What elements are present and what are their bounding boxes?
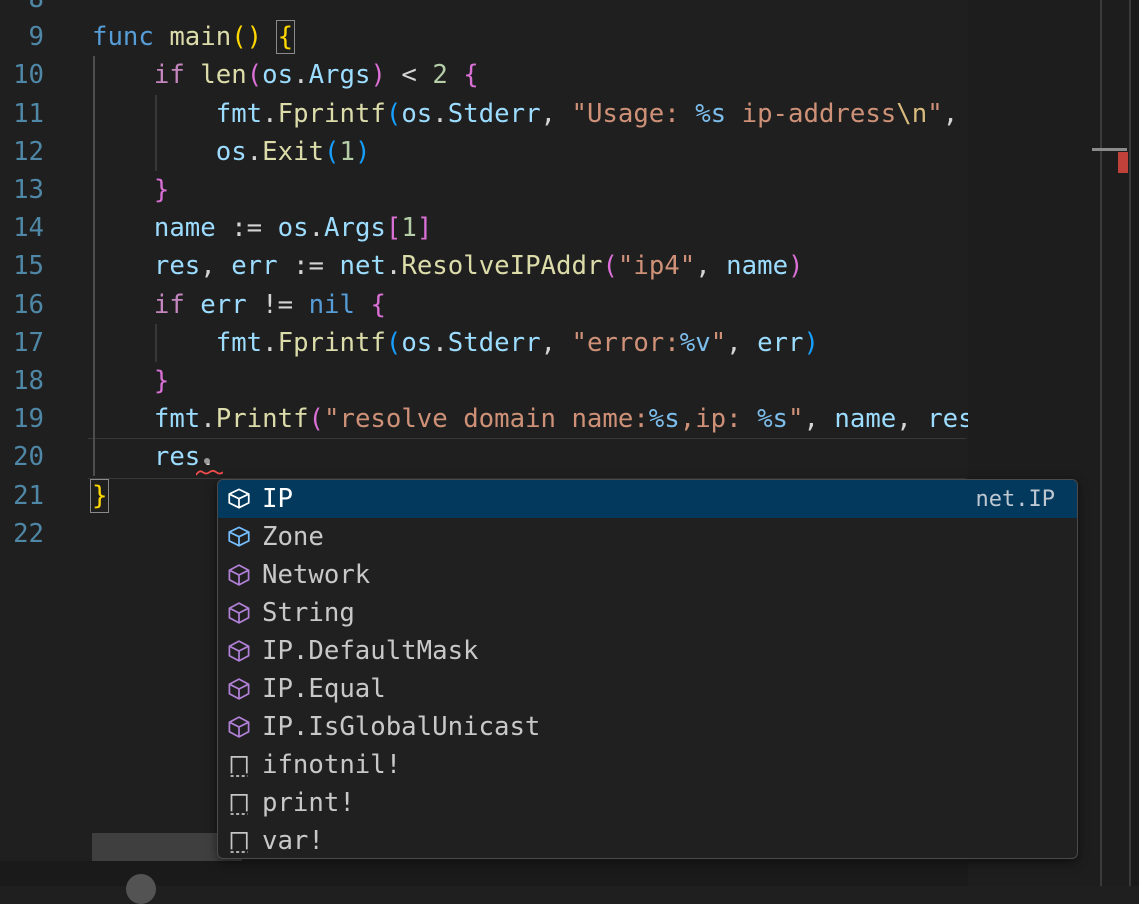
suggest-item-label: IP [262,484,293,514]
line-number[interactable]: 15 [0,247,44,285]
code-text: } [92,477,107,515]
suggest-item-ip-equal[interactable]: IP.Equal [218,670,1077,708]
suggest-widget: IP net.IP Zone Network String IP.DefaultMask I… [217,479,1078,859]
code-line-11[interactable]: 11 fmt.Fprintf(os.Stderr, "Usage: %s ip-… [0,95,968,133]
suggest-item-network[interactable]: Network [218,556,1077,594]
line-number[interactable]: 20 [0,438,44,476]
code-line-9[interactable]: 9 func main() { [0,18,968,56]
code-text: fmt.Fprintf(os.Stderr, "Usage: %s ip-add… [92,95,958,133]
code-line-8[interactable]: 8 [0,0,968,18]
suggest-item-zone[interactable]: Zone [218,518,1077,556]
suggest-item-ifnotnil-[interactable]: ifnotnil! [218,746,1077,784]
code-text: res, err := net.ResolveIPAddr("ip4", nam… [92,247,804,285]
line-number[interactable]: 16 [0,286,44,324]
symbol-method-icon [227,563,251,587]
line-number[interactable]: 19 [0,400,44,438]
floating-button[interactable] [126,874,156,904]
suggest-item-ip[interactable]: IP net.IP [218,480,1077,518]
suggest-item-var-[interactable]: var! [218,822,1077,859]
suggest-item-label: var! [262,826,324,856]
line-number[interactable]: 21 [0,477,44,515]
suggest-item-label: Zone [262,522,324,552]
symbol-snippet-icon [227,753,251,777]
code-line-14[interactable]: 14 name := os.Args[1] [0,209,968,247]
matched-bracket: { [278,22,293,52]
overview-error-marker [1118,152,1128,173]
suggest-item-string[interactable]: String [218,594,1077,632]
line-number[interactable]: 14 [0,209,44,247]
window-right-edge [1131,0,1139,886]
code-line-13[interactable]: 13 } [0,171,968,209]
code-line-20[interactable]: 20 res. [0,438,968,476]
suggest-item-label: IP.Equal [262,674,386,704]
line-number[interactable]: 9 [0,18,44,56]
panel-divider [1129,0,1131,886]
code-text: } [92,362,169,400]
code-text: func main() { [92,18,293,56]
suggest-item-label: IP.IsGlobalUnicast [262,712,540,742]
line-number[interactable]: 13 [0,171,44,209]
symbol-snippet-icon [227,829,251,853]
symbol-snippet-icon [227,791,251,815]
symbol-field-icon [227,487,251,511]
line-number[interactable]: 11 [0,95,44,133]
suggest-item-label: String [262,598,355,628]
overview-cursor-marker [1092,148,1127,151]
line-number[interactable]: 22 [0,515,44,553]
matched-bracket: } [92,481,107,511]
line-number[interactable]: 12 [0,133,44,171]
code-line-19[interactable]: 19 fmt.Printf("resolve domain name:%s,ip… [0,400,968,438]
symbol-field-icon [227,525,251,549]
line-number[interactable]: 17 [0,324,44,362]
code-text: } [92,171,169,209]
error-squiggle-icon [196,469,223,477]
code-line-12[interactable]: 12 os.Exit(1) [0,133,968,171]
code-text: if err != nil { [92,286,386,324]
line-number[interactable]: 10 [0,56,44,94]
code-line-15[interactable]: 15 res, err := net.ResolveIPAddr("ip4", … [0,247,968,285]
line-number[interactable]: 8 [0,0,44,18]
suggest-item-label: IP.DefaultMask [262,636,479,666]
symbol-method-icon [227,639,251,663]
suggest-item-label: print! [262,788,355,818]
symbol-method-icon [227,715,251,739]
code-text: name := os.Args[1] [92,209,432,247]
suggest-item-ip-defaultmask[interactable]: IP.DefaultMask [218,632,1077,670]
vscode-editor-window: { "colors": { "bg": "#1f1f1f", "line_num… [0,0,1139,886]
suggest-item-label: Network [262,560,370,590]
suggest-item-label: ifnotnil! [262,750,401,780]
code-line-16[interactable]: 16 if err != nil { [0,286,968,324]
suggest-item-detail: net.IP [976,487,1055,512]
cursor-indicator [204,458,210,464]
code-line-17[interactable]: 17 fmt.Fprintf(os.Stderr, "error:%v", er… [0,324,968,362]
code-text: os.Exit(1) [92,133,370,171]
code-line-10[interactable]: 10 if len(os.Args) < 2 { [0,56,968,94]
code-text: fmt.Fprintf(os.Stderr, "error:%v", err) [92,324,819,362]
code-line-18[interactable]: 18 } [0,362,968,400]
symbol-method-icon [227,677,251,701]
suggest-item-print-[interactable]: print! [218,784,1077,822]
vertical-scrollbar[interactable] [1102,0,1127,886]
symbol-method-icon [227,601,251,625]
line-number[interactable]: 18 [0,362,44,400]
code-text: if len(os.Args) < 2 { [92,56,479,94]
code-text: fmt.Printf("resolve domain name:%s,ip: %… [92,400,968,438]
suggest-item-ip-isglobalunicast[interactable]: IP.IsGlobalUnicast [218,708,1077,746]
